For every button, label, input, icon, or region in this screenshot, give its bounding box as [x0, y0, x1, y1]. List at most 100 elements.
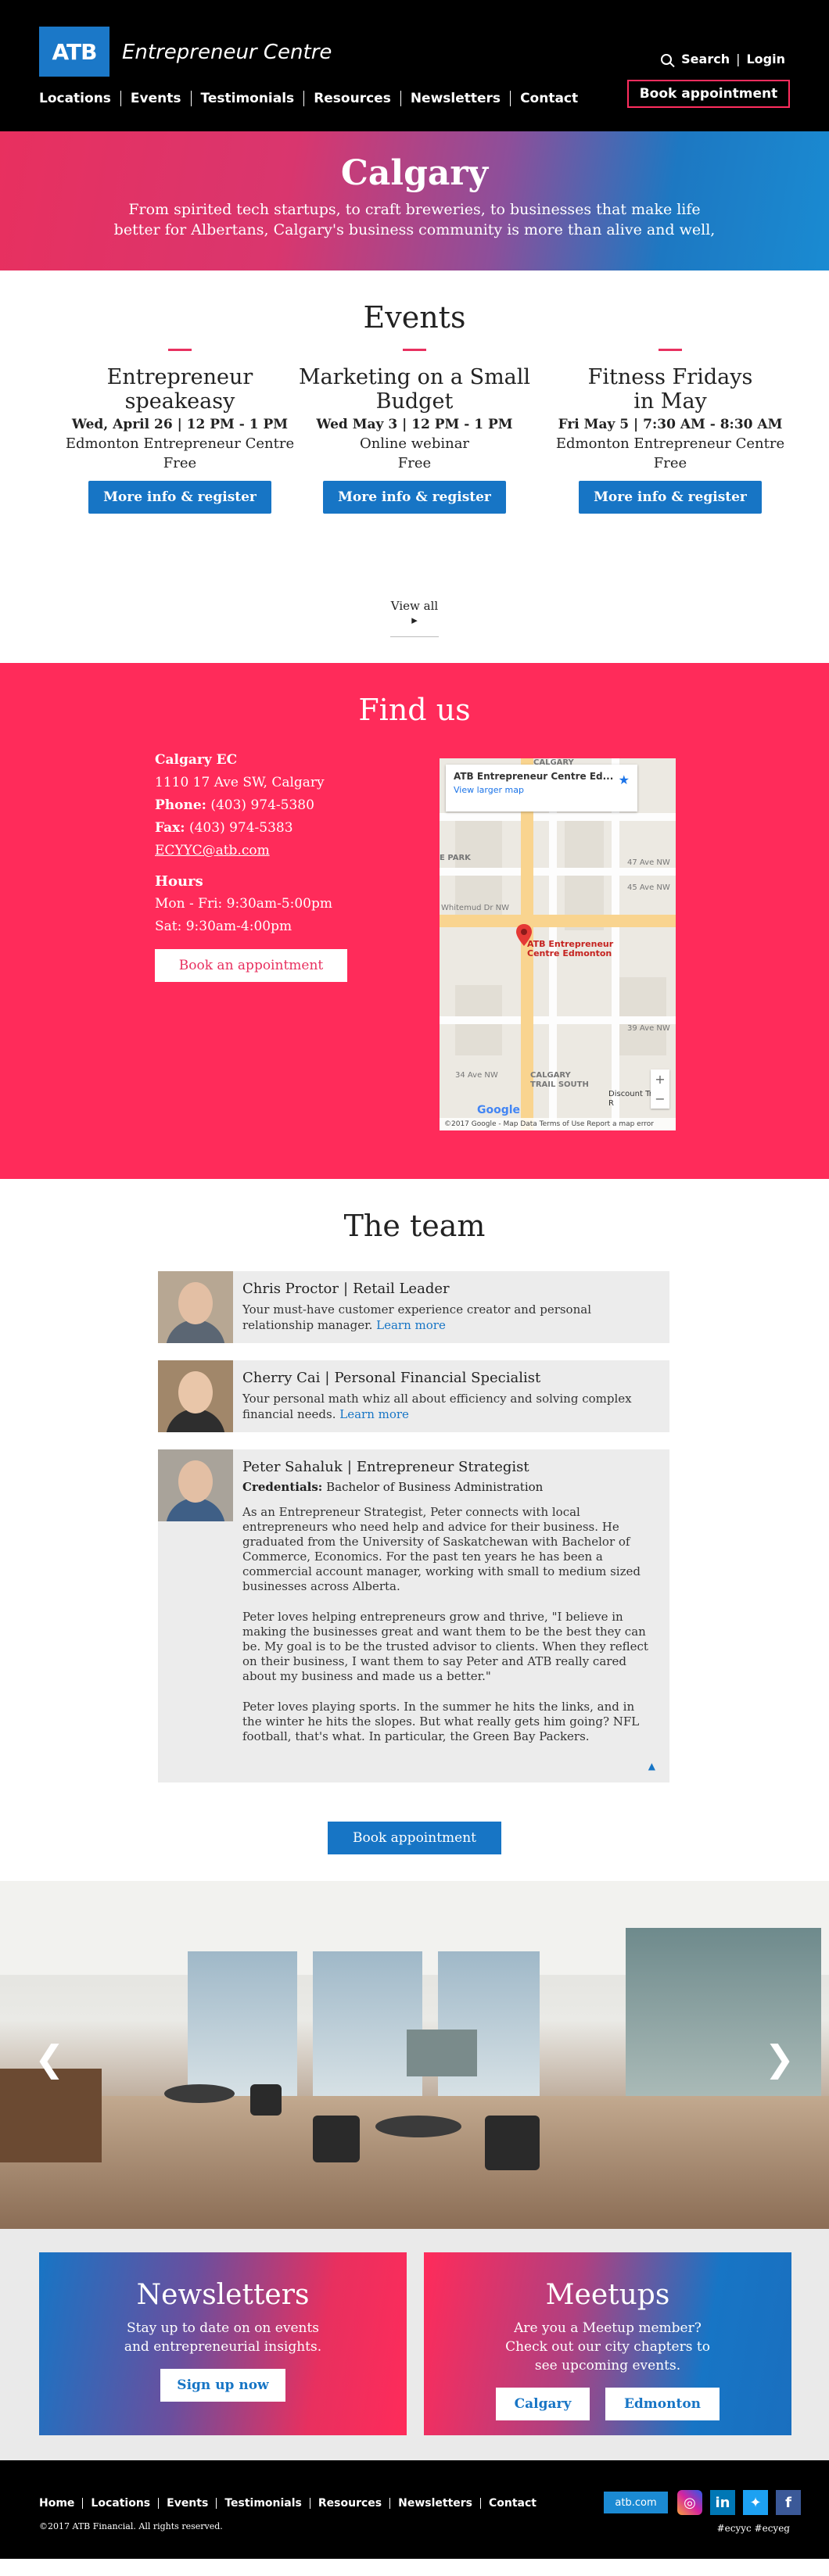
book-appointment-button[interactable]: Book an appointment — [155, 949, 347, 982]
event-location: Online webinar — [359, 435, 470, 452]
atb-logo[interactable]: ATB — [39, 27, 109, 77]
linkedin-icon[interactable]: in — [710, 2490, 735, 2515]
member-credentials: Credentials: Bachelor of Business Admini… — [242, 1480, 655, 1494]
member-name: Cherry Cai — [242, 1370, 321, 1386]
nav-newsletters[interactable]: Newsletters — [400, 91, 510, 106]
map-label: CALGARY TRAIL SOUTH — [530, 1071, 589, 1089]
search-link[interactable]: Search — [681, 52, 730, 66]
social-links: ◎ in ✦ f — [677, 2490, 801, 2515]
nav-events[interactable]: Events — [120, 91, 191, 106]
map-attribution[interactable]: ©2017 Google - Map Data Terms of Use Rep… — [440, 1118, 676, 1130]
hours-title: Hours — [155, 873, 203, 890]
event-card: Fitness Fridays in May Fri May 5 | 7:30 … — [553, 349, 788, 514]
phone-number[interactable]: (403) 974-5380 — [210, 797, 314, 813]
location-map[interactable]: CALGARY E PARK 51 Ave NW 47 Ave NW 45 Av… — [440, 758, 676, 1130]
footer-locations[interactable]: Locations — [82, 2498, 158, 2509]
map-block — [565, 821, 604, 930]
event-register-button[interactable]: More info & register — [88, 481, 271, 514]
event-time: Wed, April 26 | 12 PM - 1 PM — [71, 417, 289, 432]
newsletters-card: Newsletters Stay up to date on on events… — [39, 2252, 407, 2435]
map-highway — [440, 915, 676, 927]
map-road — [440, 868, 676, 876]
event-register-button[interactable]: More info & register — [579, 481, 762, 514]
event-time: Fri May 5 | 7:30 AM - 8:30 AM — [558, 417, 783, 432]
contact-details: Calgary EC 1110 17 Ave SW, Calgary Phone… — [155, 749, 347, 982]
footer-resources[interactable]: Resources — [309, 2498, 389, 2509]
divider: | — [736, 52, 741, 66]
events-section: Events Entrepreneur speakeasy Wed, April… — [0, 270, 829, 663]
team-member-card: Cherry Cai | Personal Financial Specialist… — [158, 1360, 669, 1432]
footer-testimonials[interactable]: Testimonials — [216, 2498, 310, 2509]
collapse-arrow-icon[interactable]: ▲ — [648, 1761, 655, 1772]
member-role: Retail Leader — [353, 1281, 450, 1297]
hashtags: #ecyyc #ecyeg — [716, 2523, 790, 2534]
learn-more-link[interactable]: Learn more — [339, 1407, 409, 1421]
meetups-card: Meetups Are you a Meetup member? Check o… — [424, 2252, 791, 2435]
zoom-out-icon[interactable]: − — [651, 1089, 669, 1109]
footer-events[interactable]: Events — [158, 2498, 216, 2509]
member-name-line: Peter Sahaluk | Entrepreneur Strategist — [242, 1459, 655, 1475]
nav-contact[interactable]: Contact — [510, 91, 587, 106]
team-member-card-expanded: Peter Sahaluk | Entrepreneur Strategist Cr… — [158, 1449, 669, 1782]
member-bio-paragraph: As an Entrepreneur Strategist, Peter con… — [242, 1505, 641, 1593]
nav-locations[interactable]: Locations — [39, 91, 120, 106]
email-link[interactable]: ECYYC@atb.com — [155, 840, 347, 862]
footer-newsletters[interactable]: Newsletters — [389, 2498, 480, 2509]
event-time: Wed May 3 | 12 PM - 1 PM — [316, 417, 513, 432]
fax-number: (403) 974-5383 — [188, 820, 293, 836]
photo-chair — [250, 2084, 282, 2116]
save-star-icon[interactable]: ★ — [619, 772, 630, 787]
learn-more-link[interactable]: Learn more — [376, 1318, 446, 1332]
twitter-icon[interactable]: ✦ — [743, 2490, 768, 2515]
event-price: Free — [397, 455, 432, 471]
view-all-link[interactable]: View all ▸ — [390, 599, 439, 637]
hours-weekday: Mon - Fri: 9:30am-5:00pm — [155, 896, 332, 912]
edmonton-meetup-button[interactable]: Edmonton — [605, 2388, 720, 2420]
member-bio-paragraph: Peter loves helping entrepreneurs grow a… — [242, 1610, 648, 1683]
phone-label: Phone: — [155, 797, 206, 813]
newsletters-title: Newsletters — [136, 2279, 310, 2311]
hero-text: From spirited tech startups, to craft br… — [113, 201, 716, 238]
map-zoom-control[interactable]: + − — [651, 1069, 669, 1109]
hero-title: Calgary — [340, 153, 489, 193]
calgary-meetup-button[interactable]: Calgary — [496, 2388, 590, 2420]
map-label: 47 Ave NW — [627, 858, 670, 867]
carousel-prev-icon[interactable]: ❮ — [34, 2037, 65, 2080]
map-label: E PARK — [440, 854, 471, 862]
event-title[interactable]: Fitness Fridays in May — [553, 365, 788, 414]
accent-dash — [168, 349, 192, 351]
zoom-in-icon[interactable]: + — [651, 1069, 669, 1089]
fax-label: Fax: — [155, 820, 185, 836]
photo-window — [313, 1951, 422, 2100]
avatar-head — [178, 1371, 213, 1413]
facebook-icon[interactable]: f — [776, 2490, 801, 2515]
photo-artwork — [407, 2030, 477, 2076]
carousel-next-icon[interactable]: ❯ — [764, 2037, 795, 2080]
event-title[interactable]: Entrepreneur speakeasy — [63, 365, 297, 414]
event-title[interactable]: Marketing on a Small Budget — [297, 365, 532, 414]
nav-resources[interactable]: Resources — [303, 91, 400, 106]
map-label: 34 Ave NW — [455, 1071, 498, 1080]
view-larger-map-link[interactable]: View larger map — [454, 785, 630, 795]
avatar — [158, 1360, 233, 1432]
event-price: Free — [653, 455, 687, 471]
accent-dash — [403, 349, 426, 351]
map-road — [440, 1016, 676, 1024]
book-appointment-button[interactable]: Book appointment — [328, 1822, 501, 1854]
find-us-section: Find us Calgary EC 1110 17 Ave SW, Calga… — [0, 663, 829, 1179]
avatar — [158, 1271, 233, 1343]
search-icon[interactable] — [661, 53, 673, 65]
nav-testimonials[interactable]: Testimonials — [190, 91, 304, 106]
footer-home[interactable]: Home — [39, 2498, 82, 2509]
map-road — [440, 813, 676, 821]
event-register-button[interactable]: More info & register — [323, 481, 506, 514]
main-nav: Locations Events Testimonials Resources … — [39, 91, 587, 106]
login-link[interactable]: Login — [746, 52, 785, 66]
sign-up-button[interactable]: Sign up now — [160, 2369, 285, 2402]
brand-name[interactable]: Entrepreneur Centre — [122, 41, 332, 64]
footer-contact[interactable]: Contact — [480, 2498, 544, 2509]
member-name-line: Cherry Cai | Personal Financial Specialist — [242, 1370, 655, 1386]
atb-site-link[interactable]: atb.com — [604, 2492, 668, 2513]
book-appointment-button[interactable]: Book appointment — [627, 80, 790, 108]
instagram-icon[interactable]: ◎ — [677, 2490, 702, 2515]
